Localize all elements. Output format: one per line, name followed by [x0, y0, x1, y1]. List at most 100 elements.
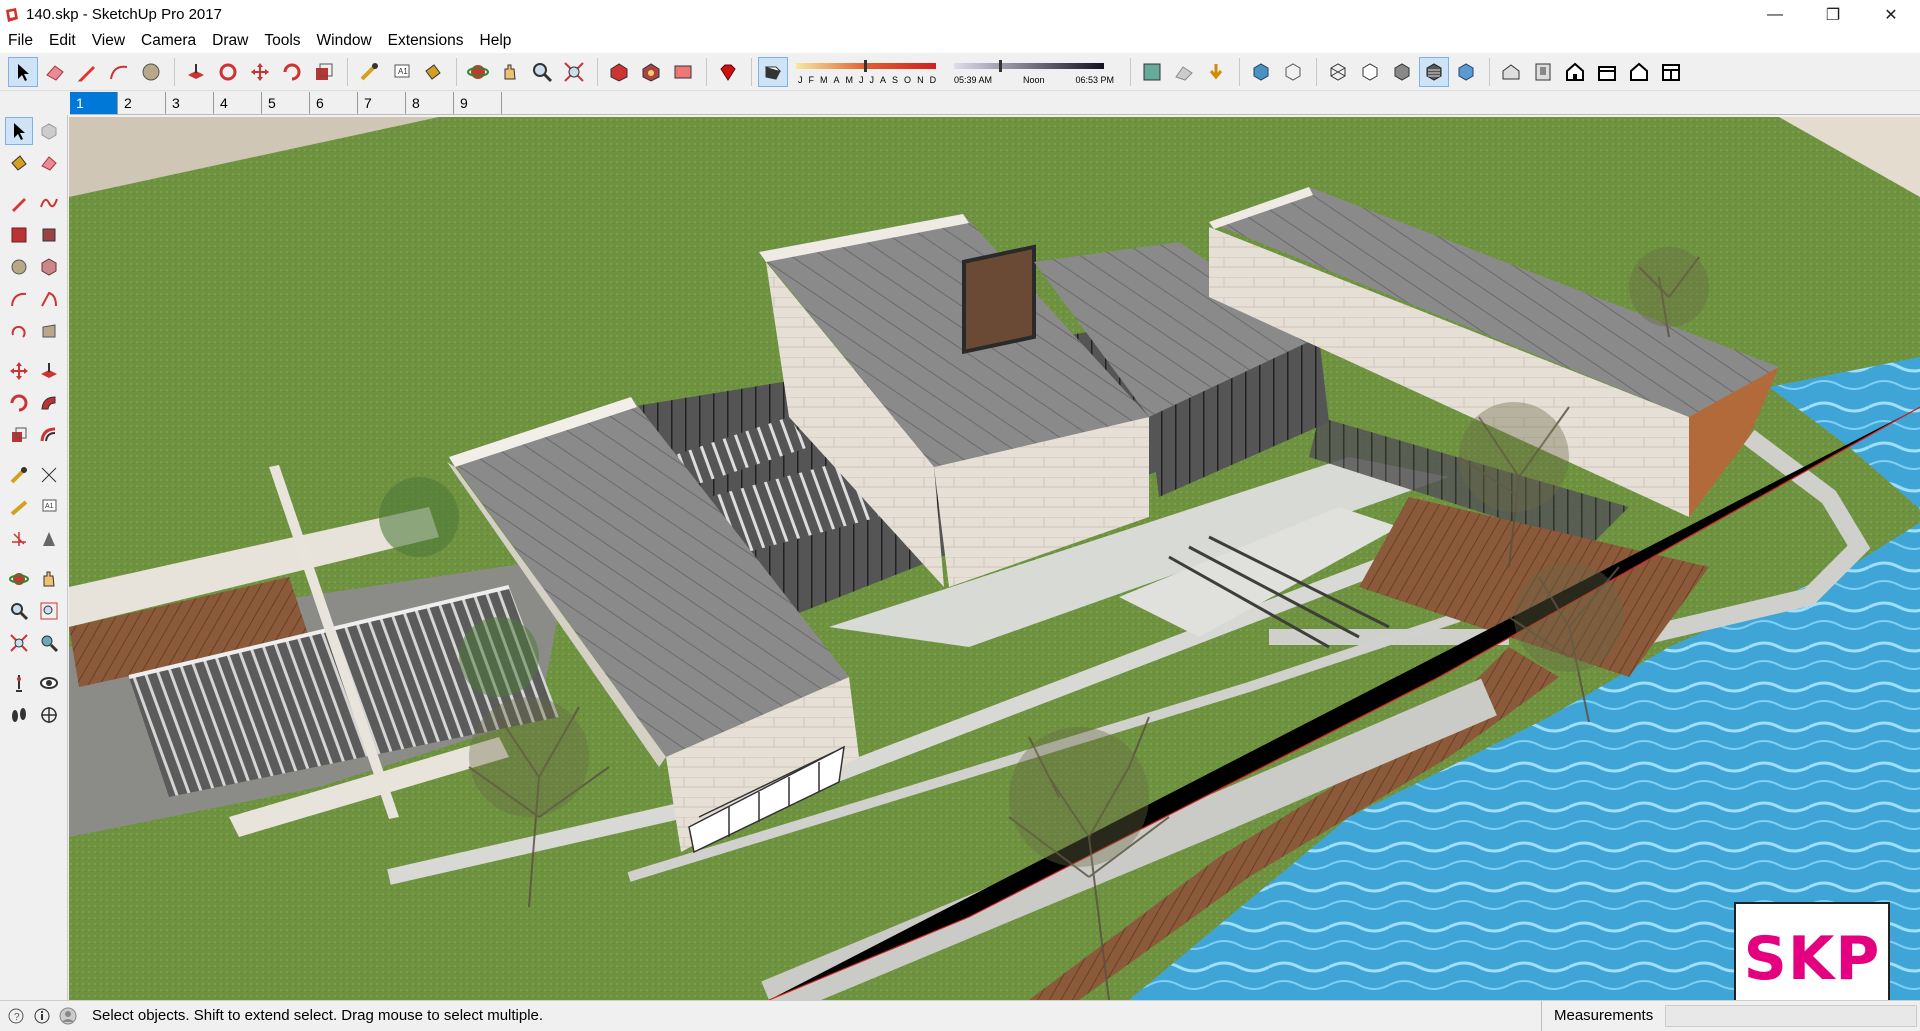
menu-camera[interactable]: Camera [133, 29, 204, 53]
close-button[interactable]: ✕ [1862, 0, 1920, 29]
line-tool-button[interactable] [72, 57, 102, 87]
back-view-button[interactable] [1624, 57, 1654, 87]
zoom-tool[interactable] [5, 597, 33, 625]
user-account-icon[interactable] [58, 1006, 78, 1026]
zoom-button[interactable] [527, 57, 557, 87]
previous-view-tool[interactable] [35, 629, 63, 657]
menu-help[interactable]: Help [472, 29, 520, 53]
component-tool[interactable] [35, 117, 63, 145]
menu-edit[interactable]: Edit [41, 29, 84, 53]
push-pull-button[interactable] [181, 57, 211, 87]
paint-bucket-button[interactable] [418, 57, 448, 87]
rectangle-tool[interactable] [5, 221, 33, 249]
walk-tool[interactable] [5, 701, 33, 729]
warehouse-button[interactable] [604, 57, 634, 87]
push-pull-tool[interactable] [35, 357, 63, 385]
follow-me-tool[interactable] [35, 389, 63, 417]
scene-tab-4[interactable]: 4 [214, 91, 262, 114]
arc-tool-button[interactable] [104, 57, 134, 87]
shaded-with-textures-button[interactable] [1419, 56, 1449, 87]
geo-location-status-icon[interactable]: ? [6, 1006, 26, 1026]
menu-window[interactable]: Window [309, 29, 380, 53]
scene-tab-1[interactable]: 1 [70, 91, 118, 114]
move-button[interactable] [245, 57, 275, 87]
measurements-input[interactable] [1665, 1005, 1917, 1027]
orbit-button[interactable] [463, 57, 493, 87]
arc-tool[interactable] [5, 285, 33, 313]
ruby-console-button[interactable] [713, 57, 743, 87]
left-view-button[interactable] [1656, 57, 1686, 87]
rotated-rectangle-tool[interactable] [35, 221, 63, 249]
iso-view-button[interactable] [1496, 57, 1526, 87]
line-tool[interactable] [5, 189, 33, 217]
eraser-tool[interactable] [35, 149, 63, 177]
three-point-arc-tool[interactable] [5, 317, 33, 345]
pan-tool[interactable] [35, 565, 63, 593]
scene-tab-6[interactable]: 6 [310, 91, 358, 114]
freehand-tool[interactable] [35, 189, 63, 217]
look-around-tool[interactable] [35, 669, 63, 697]
shaded-button[interactable] [1387, 57, 1417, 87]
text-tool[interactable]: A1 [35, 493, 63, 521]
orbit-tool[interactable] [5, 565, 33, 593]
3d-text-tool[interactable] [35, 525, 63, 553]
hidden-line-button[interactable] [1355, 57, 1385, 87]
back-edges-button[interactable] [1278, 57, 1308, 87]
add-location-button[interactable] [1169, 57, 1199, 87]
time-slider-handle[interactable] [999, 59, 1002, 72]
scale-tool[interactable] [5, 421, 33, 449]
scene-tab-7[interactable]: 7 [358, 91, 406, 114]
location-button[interactable] [1137, 57, 1167, 87]
menu-draw[interactable]: Draw [204, 29, 256, 53]
zoom-extents-button[interactable] [559, 57, 589, 87]
rotate-button[interactable] [277, 57, 307, 87]
scene-tab-9[interactable]: 9 [454, 91, 502, 114]
eraser-tool-button[interactable] [40, 57, 70, 87]
share-model-button[interactable] [636, 57, 666, 87]
tape-measure-tool[interactable] [5, 461, 33, 489]
pan-button[interactable] [495, 57, 525, 87]
position-camera-tool[interactable] [5, 669, 33, 697]
scene-tab-5[interactable]: 5 [262, 91, 310, 114]
protractor-tool[interactable] [5, 493, 33, 521]
polygon-tool[interactable] [35, 253, 63, 281]
menu-view[interactable]: View [84, 29, 133, 53]
front-view-button[interactable] [1560, 57, 1590, 87]
two-point-arc-tool[interactable] [35, 285, 63, 313]
menu-file[interactable]: File [0, 29, 41, 53]
menu-tools[interactable]: Tools [256, 29, 308, 53]
top-view-button[interactable] [1528, 57, 1558, 87]
paint-bucket-tool[interactable] [5, 149, 33, 177]
scene-tab-3[interactable]: 3 [166, 91, 214, 114]
move-tool[interactable] [5, 357, 33, 385]
offset-tool[interactable] [35, 421, 63, 449]
pie-tool[interactable] [35, 317, 63, 345]
shapes-tool-button[interactable] [136, 57, 166, 87]
wireframe-button[interactable] [1323, 57, 1353, 87]
menu-extensions[interactable]: Extensions [380, 29, 472, 53]
shadows-toggle-button[interactable] [758, 56, 788, 87]
tape-measure-button[interactable] [354, 57, 384, 87]
text-button[interactable]: A1 [386, 57, 416, 87]
maximize-button[interactable]: ❐ [1804, 0, 1862, 29]
extension-warehouse-button[interactable] [668, 57, 698, 87]
credits-status-icon[interactable] [32, 1006, 52, 1026]
scene-tab-2[interactable]: 2 [118, 91, 166, 114]
dimension-tool[interactable] [35, 461, 63, 489]
zoom-window-tool[interactable] [35, 597, 63, 625]
sandbox-button[interactable] [1201, 57, 1231, 87]
scene-tab-8[interactable]: 8 [406, 91, 454, 114]
select-tool[interactable] [5, 117, 33, 145]
xray-button[interactable] [1246, 57, 1276, 87]
select-tool-button[interactable] [8, 56, 38, 87]
section-plane-tool[interactable] [35, 701, 63, 729]
axes-tool[interactable] [5, 525, 33, 553]
right-view-button[interactable] [1592, 57, 1622, 87]
model-viewport[interactable] [69, 117, 1920, 1000]
rotate-tool[interactable] [5, 389, 33, 417]
scale-button[interactable] [309, 57, 339, 87]
monochrome-button[interactable] [1451, 57, 1481, 87]
circle-tool[interactable] [5, 253, 33, 281]
date-slider-handle[interactable] [864, 59, 867, 72]
minimize-button[interactable]: — [1746, 0, 1804, 29]
